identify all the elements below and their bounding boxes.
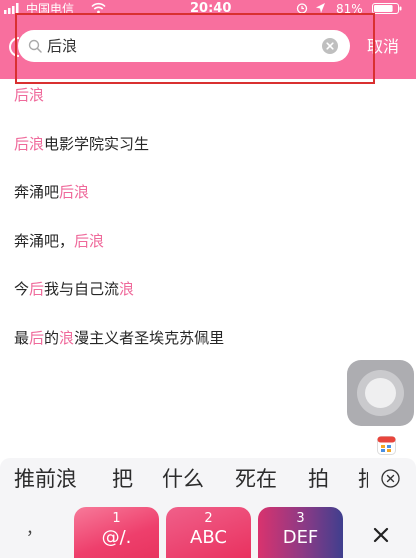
key-number: 3 <box>296 511 305 526</box>
keyboard: 推前浪 把 什么 死在 拍 拍 ， 1 @/. 2 ABC 3 DEF <box>0 458 416 558</box>
key-2[interactable]: 2 ABC <box>166 507 251 558</box>
candidate-item[interactable]: 推前浪 <box>14 462 77 496</box>
key-label: ABC <box>190 527 227 548</box>
key-number: 1 <box>112 511 121 526</box>
assistive-touch-icon[interactable] <box>347 360 414 426</box>
candidate-item[interactable]: 死在 <box>235 462 277 496</box>
suggestion-text: 浪 <box>59 328 75 347</box>
suggestion-text: 后浪 <box>14 134 45 153</box>
suggestion-text: 最 <box>14 328 30 347</box>
comma-key[interactable]: ， <box>26 520 42 538</box>
candidate-bar: 推前浪 把 什么 死在 拍 拍 <box>0 462 368 496</box>
suggestion-text: 我与自己流 <box>44 280 120 299</box>
suggestion-text: 的 <box>44 328 60 347</box>
close-circle-icon[interactable] <box>381 469 400 488</box>
suggestion-text: 后 <box>29 328 45 347</box>
candidate-item[interactable]: 什么 <box>162 462 204 496</box>
assistive-touch-dot <box>365 378 396 408</box>
highlight-annotation-box <box>15 13 375 84</box>
suggestion-item[interactable]: 今后我与自己流浪 <box>0 279 416 328</box>
candidate-item[interactable]: 拍 <box>308 462 329 496</box>
candidate-item[interactable]: 把 <box>112 462 133 496</box>
key-1[interactable]: 1 @/. <box>74 507 159 558</box>
suggestion-text: 后浪 <box>14 86 45 104</box>
suggestion-text: 浪 <box>119 280 135 299</box>
suggestion-item[interactable]: 后浪电影学院实习生 <box>0 134 416 183</box>
suggestion-text: 后浪 <box>74 231 105 250</box>
suggestion-text: 漫主义者圣埃克苏佩里 <box>74 328 225 347</box>
suggestion-text: 奔涌吧 <box>14 183 60 202</box>
key-number: 2 <box>204 511 213 526</box>
suggestion-item[interactable]: 后浪 <box>0 85 416 134</box>
assistive-touch-ring <box>357 370 404 416</box>
close-icon[interactable] <box>373 527 389 543</box>
calendar-app-icon[interactable] <box>377 436 396 455</box>
candidate-item[interactable]: 拍 <box>358 462 368 496</box>
suggestion-text: 后浪 <box>59 183 90 202</box>
key-3[interactable]: 3 DEF <box>258 507 343 558</box>
suggestion-text: 电影学院实习生 <box>44 134 150 153</box>
suggestion-item[interactable]: 奔涌吧后浪 <box>0 182 416 231</box>
suggestion-text: 今 <box>14 280 30 299</box>
key-label: DEF <box>282 527 319 548</box>
suggestion-text: 后 <box>29 280 45 299</box>
key-label: @/. <box>101 527 132 548</box>
battery-icon <box>372 3 402 14</box>
suggestion-list: 后浪 后浪电影学院实习生 奔涌吧后浪 奔涌吧，后浪 今后我与自己流浪 最后的浪漫… <box>0 85 416 377</box>
suggestion-text: 奔涌吧， <box>14 231 75 250</box>
suggestion-item[interactable]: 奔涌吧，后浪 <box>0 231 416 280</box>
